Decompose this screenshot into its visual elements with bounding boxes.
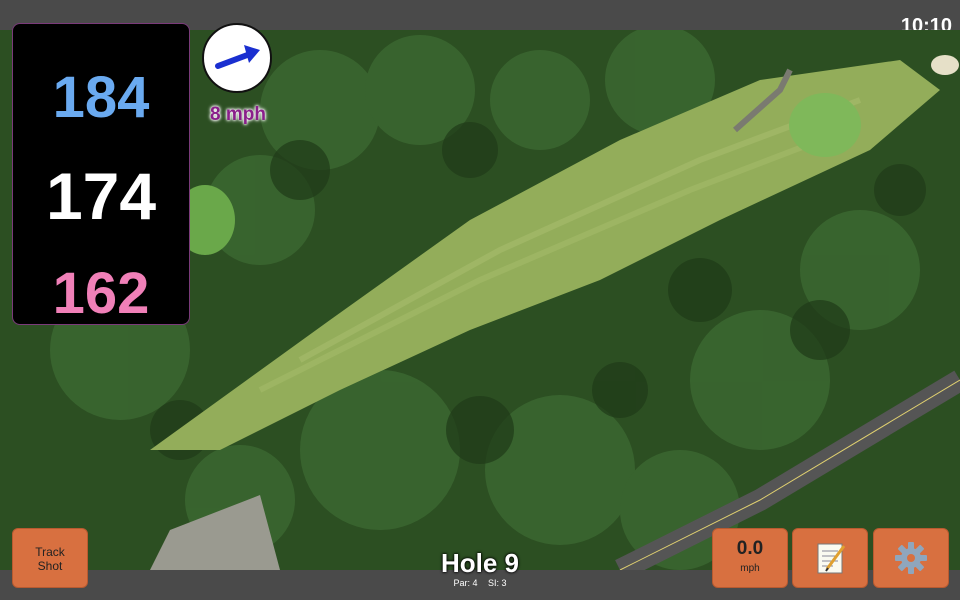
hole-par: Par: 4 (453, 578, 478, 588)
track-shot-label-line1: Track (35, 545, 65, 559)
settings-button[interactable] (873, 528, 949, 588)
wind-direction-dial (202, 23, 272, 93)
gear-icon (895, 542, 927, 574)
speed-button[interactable]: 0.0 mph (712, 528, 788, 588)
distance-front: 162 (52, 261, 150, 326)
track-shot-button[interactable]: Track Shot (12, 528, 88, 588)
track-shot-label-line2: Shot (37, 559, 63, 573)
wind-speed-label: 8 mph (210, 104, 266, 125)
distance-center: 174 (45, 159, 157, 233)
distance-panel: 184 174 162 (12, 23, 190, 326)
distance-back: 184 (52, 65, 150, 130)
notepad-icon (817, 543, 846, 574)
speed-unit: mph (740, 563, 760, 574)
speed-value: 0.0 (736, 538, 764, 559)
hole-stroke-index: SI: 3 (488, 578, 507, 588)
arrow-east-icon (215, 45, 260, 69)
notes-button[interactable] (792, 528, 868, 588)
hole-title: Hole 9 (440, 548, 520, 578)
hole-meta: Par: 4 SI: 3 (380, 578, 580, 588)
